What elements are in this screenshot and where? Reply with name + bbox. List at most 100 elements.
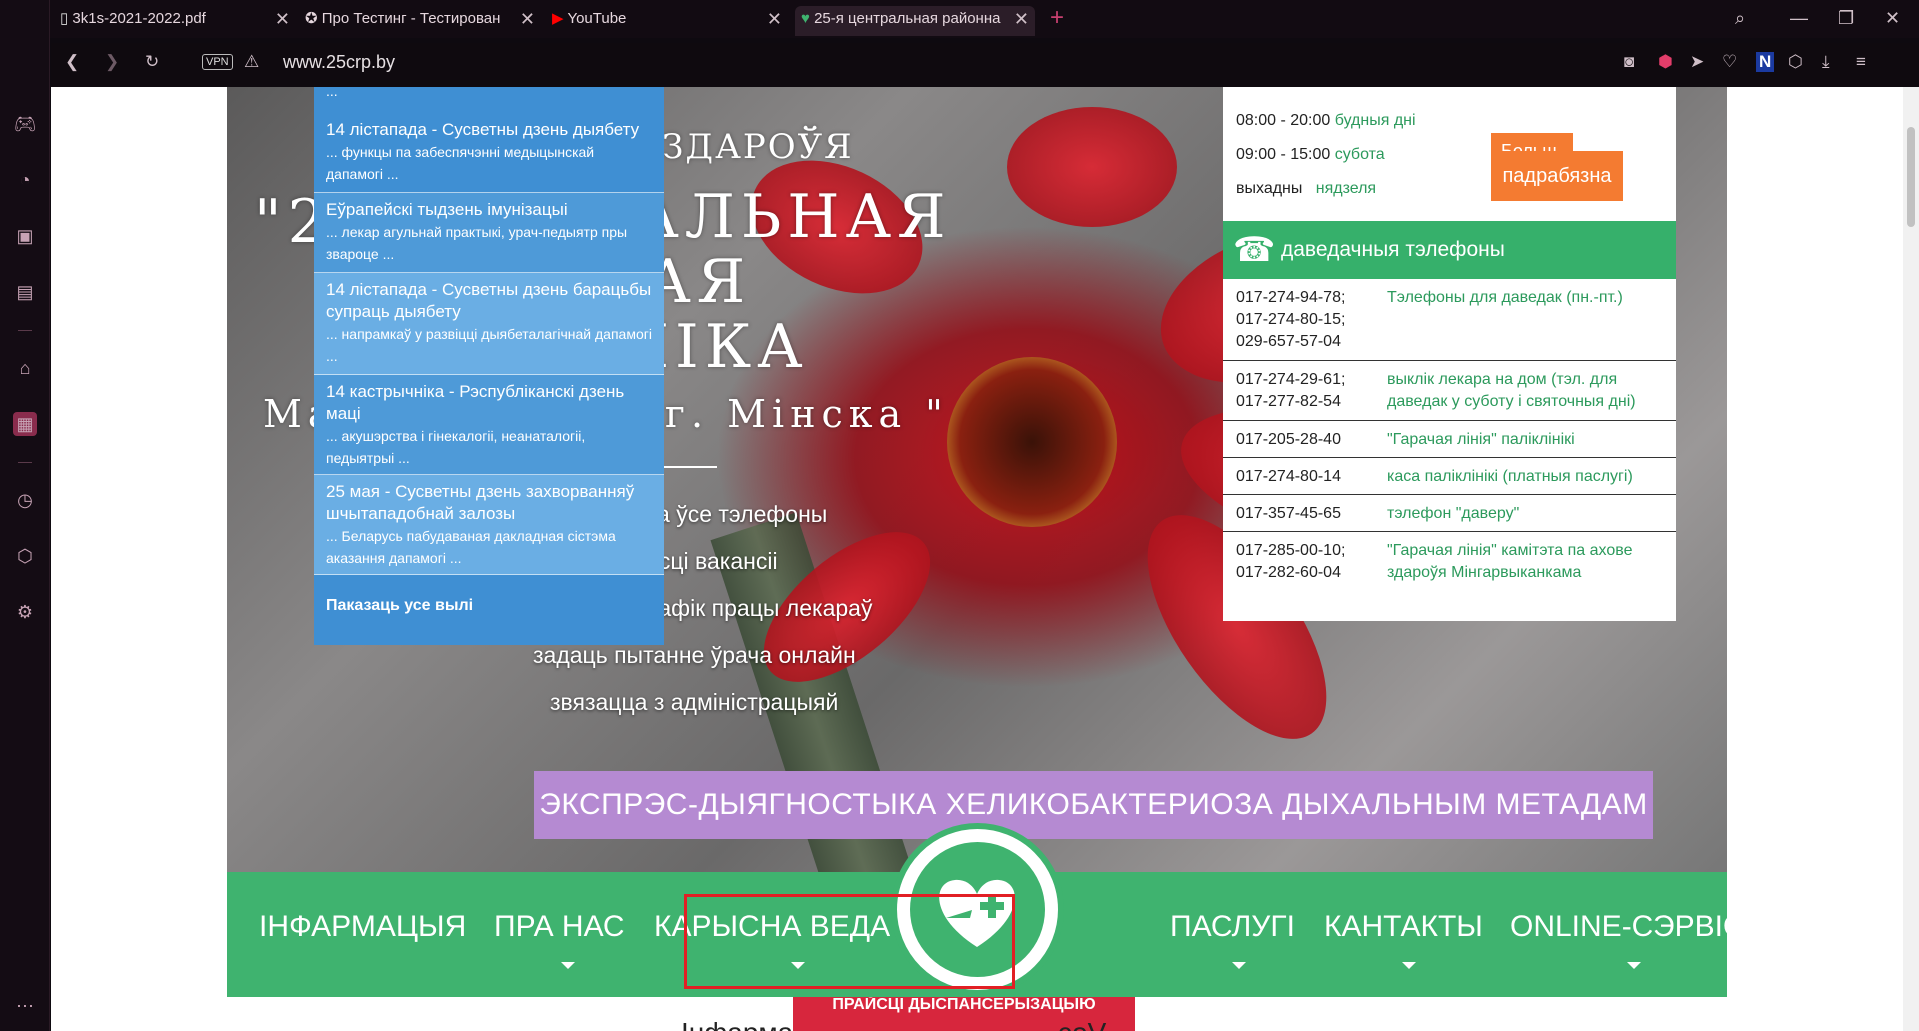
gamepad-icon[interactable]: 🎮︎ xyxy=(13,112,37,136)
news-title[interactable]: 14 лістапада - Сусветны дзень барацьбы с… xyxy=(326,279,652,323)
news-item[interactable]: 14 лістапада - Сусветны дзень дыябету ..… xyxy=(314,113,664,193)
tab-label: 25-я центральная районна xyxy=(814,10,1001,27)
heart-icon: ♥ xyxy=(801,10,815,27)
close-icon[interactable]: ✕ xyxy=(275,6,290,32)
nav-about[interactable]: ПРА НАС xyxy=(494,910,625,944)
link-contact-admin[interactable]: звязацца з адміністрацыяй xyxy=(550,689,838,716)
minimize-icon[interactable]: — xyxy=(1790,8,1808,29)
more-icon[interactable]: ⋯ xyxy=(13,994,37,1018)
scroll-thumb[interactable] xyxy=(1907,127,1915,227)
schedule-day: будныя дні xyxy=(1334,112,1416,129)
close-window-icon[interactable]: ✕ xyxy=(1885,8,1900,29)
chevron-down-icon xyxy=(1402,962,1416,969)
news-item[interactable]: 14 лістапада - Сусветны дзень барацьбы с… xyxy=(314,273,664,375)
tab-pdf[interactable]: ▯ 3k1s-2021-2022.pdf ✕ xyxy=(60,6,290,36)
download-icon[interactable]: ⤓ xyxy=(1822,52,1830,72)
separator xyxy=(18,462,32,463)
section-heading: Інфарма соV xyxy=(681,1017,1106,1031)
schedule-day: нядзеля xyxy=(1315,180,1377,197)
news-item[interactable]: 14 кастрычніка - Рэспубліканскі дзень ма… xyxy=(314,375,664,475)
tab-label: Про Тестинг - Тестирован xyxy=(321,10,501,27)
news-snippet: ... Беларусь пабудаваная дакладная сістэ… xyxy=(326,528,616,566)
send-icon[interactable]: ➤ xyxy=(1690,52,1704,72)
tab-label: 3k1s-2021-2022.pdf xyxy=(72,10,206,27)
warning-icon[interactable]: ⚠ xyxy=(244,52,259,72)
bag-icon[interactable]: ▣ xyxy=(13,224,37,248)
extension-n-icon[interactable]: N xyxy=(1756,52,1775,72)
highlight-box xyxy=(684,894,1015,989)
browser-sidebar: 🎮︎ ◔ ▣ ▤ ⌂ ▦ ◷ ⬡ ⚙ ⋯ xyxy=(0,0,50,1031)
cube-icon[interactable]: ⬡ xyxy=(13,544,37,568)
file-icon: ▯ xyxy=(60,10,73,27)
phone-number[interactable]: 017-357-45-65 xyxy=(1236,503,1361,525)
phone-number[interactable]: 017-274-94-78; 017-274-80-15; 029-657-57… xyxy=(1236,287,1361,353)
page-scrollbar[interactable] xyxy=(1903,87,1919,1031)
youtube-icon: ▶ xyxy=(552,10,568,27)
nav-contacts[interactable]: КАНТАКТЫ xyxy=(1324,910,1483,944)
nav-services[interactable]: ПАСЛУГІ xyxy=(1170,910,1295,944)
schedule-day: субота xyxy=(1334,146,1385,163)
news-snippet: ... акушэрства і гінекалогіі, неанаталог… xyxy=(326,428,586,466)
news-title[interactable]: 25 мая - Сусветны дзень захворванняў шчы… xyxy=(326,481,652,525)
phones-header: даведачныя тэлефоны xyxy=(1223,221,1676,279)
phone-row: 017-285-00-10; 017-282-60-04 "Гарачая лі… xyxy=(1223,532,1676,621)
schedule-row: 08:00 - 20:00 будныя дні xyxy=(1236,112,1416,130)
box-icon[interactable]: ⬡ xyxy=(1788,52,1803,72)
back-icon[interactable]: ❮ xyxy=(65,52,79,72)
close-icon[interactable]: ✕ xyxy=(520,6,535,32)
details-button[interactable]: падрабязна xyxy=(1491,151,1623,201)
restore-icon[interactable]: ❐ xyxy=(1838,8,1854,29)
phone-label: тэлефон "даверу" xyxy=(1387,505,1520,522)
nav-information[interactable]: ІНФАРМАЦЫЯ xyxy=(259,910,466,944)
home-icon[interactable]: ⌂ xyxy=(13,356,37,380)
news-title[interactable]: 14 кастрычніка - Рэспубліканскі дзень ма… xyxy=(326,381,652,425)
twitch-icon[interactable]: ▤ xyxy=(13,280,37,304)
promo-banner[interactable]: ЭКСПРЭС-ДЫЯГНОСТЫКА ХЕЛИКОБАКТЕРИОЗА ДЫХ… xyxy=(534,771,1653,839)
show-all-news-link[interactable]: Паказаць усе вылі xyxy=(326,597,473,615)
news-title[interactable]: Еўрапейскі тыдзень імунізацыі xyxy=(326,199,652,221)
news-snippet: ... функцы па забеспячэнні медыцынскай д… xyxy=(326,144,595,182)
link-ask-doctor[interactable]: задаць пытанне ўрача онлайн xyxy=(533,642,856,669)
phone-label: "Гарачая лінія" паліклінікі xyxy=(1387,431,1575,448)
news-item[interactable]: 25 мая - Сусветны дзень захворванняў шчы… xyxy=(314,475,664,575)
phone-number[interactable]: 017-274-80-14 xyxy=(1236,466,1361,488)
web-page: ВЫ ЗДАРОЎЯ "2 РАЛЬНАЯ НАЯ ІНІКА Ма на г.… xyxy=(51,87,1919,1031)
phone-number[interactable]: 017-205-28-40 xyxy=(1236,429,1361,451)
forward-icon[interactable]: ❯ xyxy=(105,52,119,72)
close-icon[interactable]: ✕ xyxy=(767,6,782,32)
tab-testing[interactable]: ✪ Про Тестинг - Тестирован ✕ xyxy=(305,6,535,36)
history-icon[interactable]: ◷ xyxy=(13,488,37,512)
vpn-badge[interactable]: VPN xyxy=(202,54,233,70)
phone-number[interactable]: 017-285-00-10; 017-282-60-04 xyxy=(1236,540,1361,584)
new-tab-button[interactable]: + xyxy=(1050,4,1064,32)
heart-outline-icon[interactable]: ♡ xyxy=(1722,52,1737,72)
tab-youtube[interactable]: ▶ YouTube ✕ xyxy=(552,6,782,36)
schedule-time: выхадны xyxy=(1236,180,1303,197)
reload-icon[interactable]: ↻ xyxy=(145,52,159,72)
chevron-down-icon xyxy=(1232,962,1246,969)
shield-icon[interactable]: ⬢ xyxy=(1658,52,1673,72)
schedule-time: 08:00 - 20:00 xyxy=(1236,112,1331,129)
nav-online-services[interactable]: ONLINE-СЭРВІС xyxy=(1510,910,1745,944)
news-title[interactable]: 14 лістапада - Сусветны дзень дыябету xyxy=(326,119,652,141)
news-item[interactable]: Еўрапейскі тыдзень імунізацыі ... лекар … xyxy=(314,193,664,273)
phone-row: 017-357-45-65 тэлефон "даверу" xyxy=(1223,495,1676,532)
settings-icon[interactable]: ⚙ xyxy=(13,600,37,624)
schedule-row: 09:00 - 15:00 субота xyxy=(1236,146,1385,164)
search-tabs-icon[interactable]: ⌕ xyxy=(1735,8,1745,29)
url-field[interactable]: www.25crp.by xyxy=(283,52,395,73)
close-icon[interactable]: ✕ xyxy=(1014,6,1029,32)
camera-icon[interactable]: ◙ xyxy=(1624,52,1634,72)
separator xyxy=(18,330,32,331)
phone-label: "Гарачая лінія" камітэта па ахове здароў… xyxy=(1387,542,1633,581)
schedule-row: выхадны нядзеля xyxy=(1236,180,1376,198)
tab-label: YouTube xyxy=(567,10,627,27)
phone-number[interactable]: 017-274-29-61; 017-277-82-54 xyxy=(1236,369,1361,413)
site-icon: ✪ xyxy=(305,10,322,27)
petal xyxy=(1007,107,1177,227)
phone-label: выклік лекара на дом (тэл. для даведак у… xyxy=(1387,371,1636,410)
tab-25crp[interactable]: ♥ 25-я центральная районна ✕ xyxy=(795,6,1035,36)
game-panel-icon[interactable]: ▦ xyxy=(13,412,37,436)
speedometer-icon[interactable]: ◔ xyxy=(13,168,37,192)
menu-icon[interactable]: ≡ xyxy=(1856,52,1866,72)
